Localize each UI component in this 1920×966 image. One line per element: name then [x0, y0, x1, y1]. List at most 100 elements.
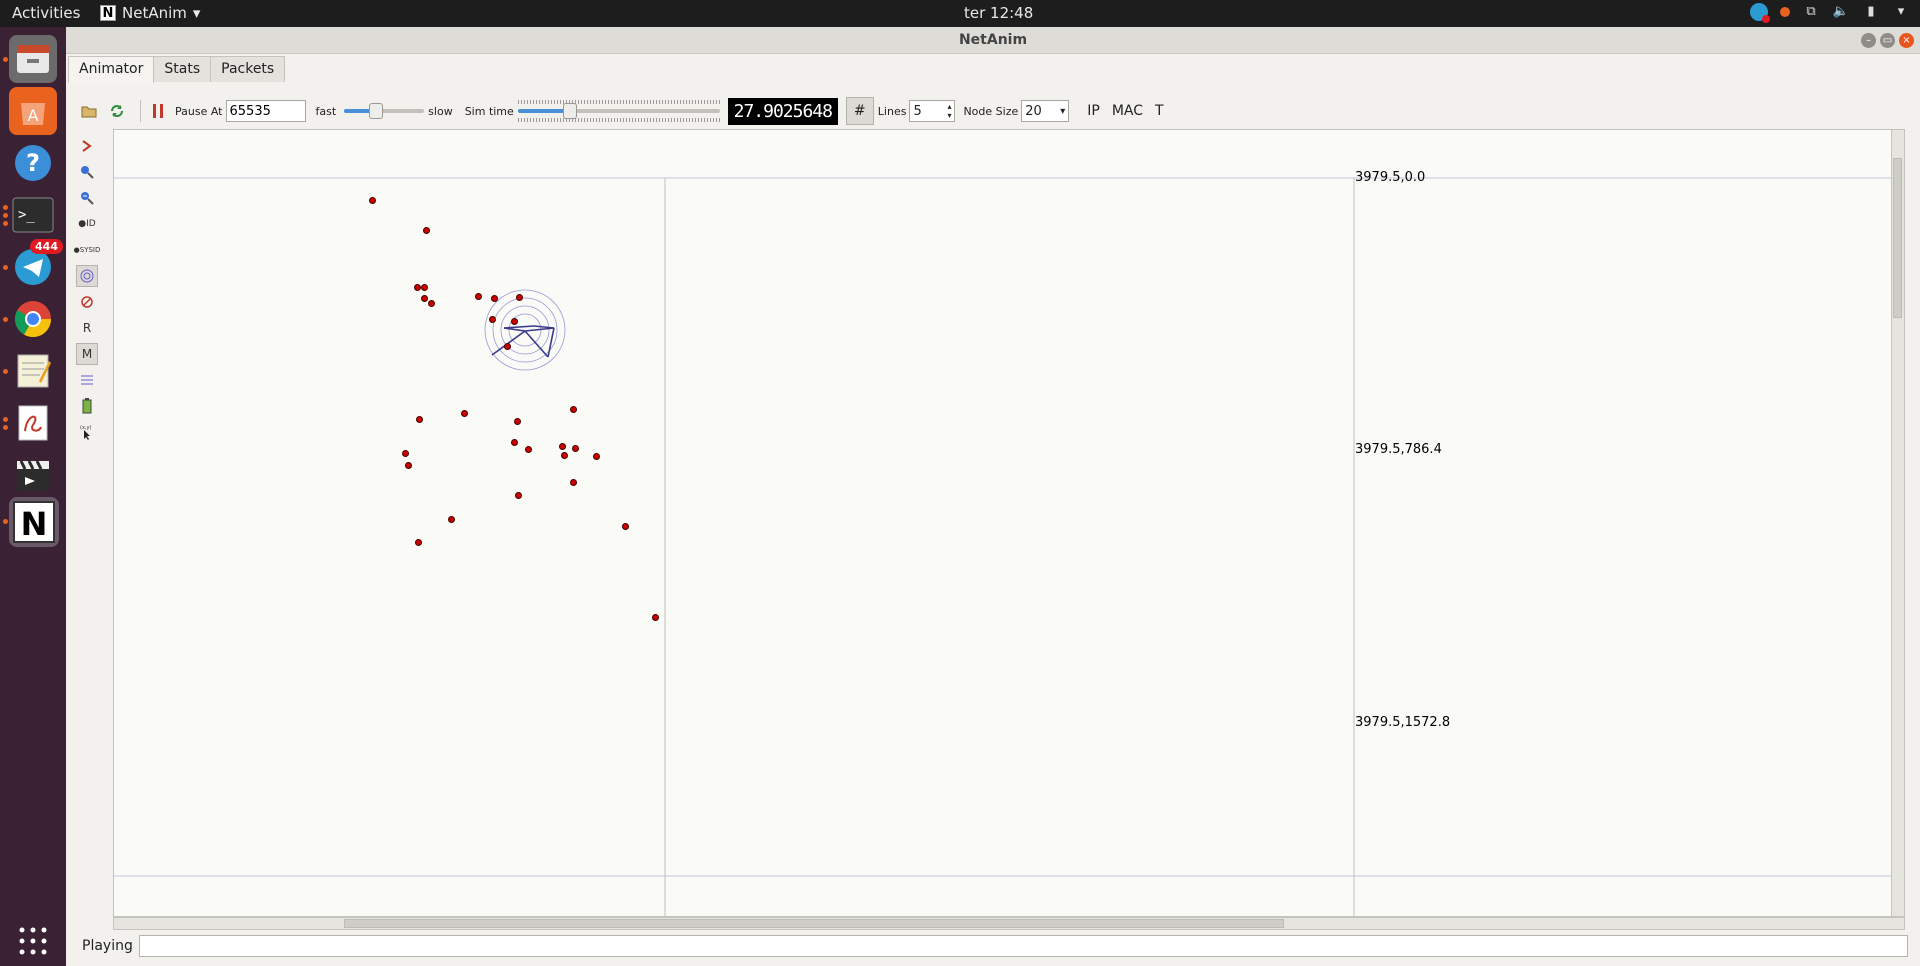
- spin-arrows-icon[interactable]: ▴ ▾: [947, 102, 951, 120]
- dock-text-editor[interactable]: [3, 347, 57, 395]
- app-menu[interactable]: N NetAnim ▾: [100, 4, 200, 22]
- dock-telegram[interactable]: 444: [3, 239, 63, 291]
- dock-software-center[interactable]: A: [9, 87, 57, 135]
- network-node[interactable]: [368, 196, 376, 204]
- packet-list-button[interactable]: [76, 369, 98, 391]
- battery-button[interactable]: [76, 395, 98, 417]
- system-tray[interactable]: ⧉ 🔈 ▮ ▾: [1750, 3, 1910, 23]
- zoom-out-button[interactable]: [76, 187, 98, 209]
- network-node[interactable]: [651, 613, 659, 621]
- maximize-button[interactable]: ▭: [1880, 33, 1895, 48]
- window-titlebar[interactable]: NetAnim – ▭ ×: [66, 27, 1920, 54]
- horizontal-scrollbar[interactable]: [113, 917, 1905, 930]
- playback-speed-slider[interactable]: [344, 103, 425, 119]
- dock-video-editor[interactable]: [9, 451, 57, 499]
- network-node[interactable]: [422, 226, 430, 234]
- network-node[interactable]: [404, 461, 412, 469]
- running-indicator: [3, 265, 8, 270]
- network-node[interactable]: [571, 444, 579, 452]
- routing-button[interactable]: R: [76, 317, 98, 339]
- dock-terminal[interactable]: >_: [3, 191, 57, 239]
- grid-toggle-button[interactable]: #: [845, 97, 874, 125]
- ip-toggle-button[interactable]: IP: [1087, 103, 1100, 119]
- system-menu-chevron-icon[interactable]: ▾: [1892, 3, 1910, 21]
- zoom-in-button[interactable]: [76, 161, 98, 183]
- network-node[interactable]: [510, 438, 518, 446]
- open-file-icon[interactable]: [78, 100, 100, 122]
- t-toggle-button[interactable]: T: [1155, 103, 1164, 119]
- show-applications-button[interactable]: [9, 917, 57, 965]
- sim-time-slider-handle[interactable]: [563, 103, 578, 119]
- network-icon[interactable]: ⧉: [1802, 3, 1820, 21]
- dock-help[interactable]: ?: [9, 139, 57, 187]
- mobility-button[interactable]: M: [76, 343, 98, 365]
- toolbar-separator: [140, 100, 141, 122]
- pause-at-input[interactable]: [225, 100, 306, 122]
- network-node[interactable]: [503, 342, 511, 350]
- network-node[interactable]: [490, 294, 498, 302]
- minimize-button[interactable]: –: [1861, 33, 1876, 48]
- node-size-select[interactable]: 20 ▾: [1021, 100, 1070, 122]
- chevron-down-icon: ▾: [192, 4, 201, 22]
- hide-button[interactable]: [76, 291, 98, 313]
- vertical-scrollbar-thumb[interactable]: [1893, 158, 1902, 318]
- network-node[interactable]: [558, 442, 566, 450]
- svg-text:A: A: [28, 106, 39, 125]
- network-node[interactable]: [569, 405, 577, 413]
- network-node[interactable]: [569, 478, 577, 486]
- pause-button[interactable]: [147, 100, 169, 122]
- tab-animator[interactable]: Animator: [68, 56, 155, 83]
- tab-stats[interactable]: Stats: [153, 56, 212, 82]
- network-node[interactable]: [413, 283, 421, 291]
- dock-document-viewer[interactable]: [3, 399, 57, 447]
- tab-packets[interactable]: Packets: [210, 56, 286, 82]
- battery-icon[interactable]: ▮: [1862, 3, 1880, 21]
- dock-chrome[interactable]: [3, 295, 57, 343]
- mouse-position-button[interactable]: (x,y): [76, 421, 98, 443]
- document-viewer-icon: [18, 405, 48, 441]
- sim-time-slider[interactable]: [517, 100, 720, 122]
- network-node[interactable]: [515, 293, 523, 301]
- network-node[interactable]: [560, 451, 568, 459]
- telegram-tray-icon[interactable]: [1750, 3, 1770, 23]
- network-node[interactable]: [415, 415, 423, 423]
- network-node[interactable]: [474, 292, 482, 300]
- network-node[interactable]: [447, 515, 455, 523]
- close-button[interactable]: ×: [1899, 33, 1914, 48]
- vertical-scrollbar[interactable]: [1891, 130, 1904, 916]
- sim-time-ticks-bottom: [517, 118, 720, 122]
- speed-slider-handle[interactable]: [369, 103, 384, 119]
- dock-files[interactable]: [3, 35, 57, 83]
- network-node[interactable]: [621, 522, 629, 530]
- network-node[interactable]: [514, 491, 522, 499]
- network-node[interactable]: [524, 445, 532, 453]
- network-node[interactable]: [420, 294, 428, 302]
- running-indicator: [3, 213, 8, 218]
- network-node[interactable]: [592, 452, 600, 460]
- network-node[interactable]: [460, 409, 468, 417]
- network-node[interactable]: [427, 299, 435, 307]
- sim-time-ticks-top: [517, 100, 720, 104]
- status-bar: Playing: [66, 932, 1920, 960]
- network-node[interactable]: [488, 315, 496, 323]
- svg-text:>_: >_: [18, 207, 35, 223]
- animation-canvas[interactable]: 3979.5,0.0 3979.5,786.4 3979.5,1572.8: [113, 129, 1905, 917]
- fast-label: fast: [315, 104, 337, 118]
- reload-icon[interactable]: [106, 100, 128, 122]
- network-node[interactable]: [420, 283, 428, 291]
- activities-button[interactable]: Activities: [12, 4, 80, 22]
- show-node-id-button[interactable]: ●ID: [76, 213, 98, 235]
- network-node[interactable]: [414, 538, 422, 546]
- fit-view-button[interactable]: [76, 135, 98, 157]
- lines-spinbox[interactable]: 5 ▴ ▾: [909, 100, 956, 122]
- wireless-circles-button[interactable]: [76, 265, 98, 287]
- clock[interactable]: ter 12:48: [964, 4, 1033, 22]
- network-node[interactable]: [510, 317, 518, 325]
- mac-toggle-button[interactable]: MAC: [1112, 103, 1143, 119]
- network-node[interactable]: [513, 417, 521, 425]
- volume-icon[interactable]: 🔈: [1832, 3, 1850, 21]
- show-node-sysid-button[interactable]: ●SYSID: [74, 239, 101, 261]
- dock-netanim[interactable]: N: [3, 497, 59, 547]
- horizontal-scrollbar-thumb[interactable]: [344, 919, 1284, 928]
- network-node[interactable]: [401, 449, 409, 457]
